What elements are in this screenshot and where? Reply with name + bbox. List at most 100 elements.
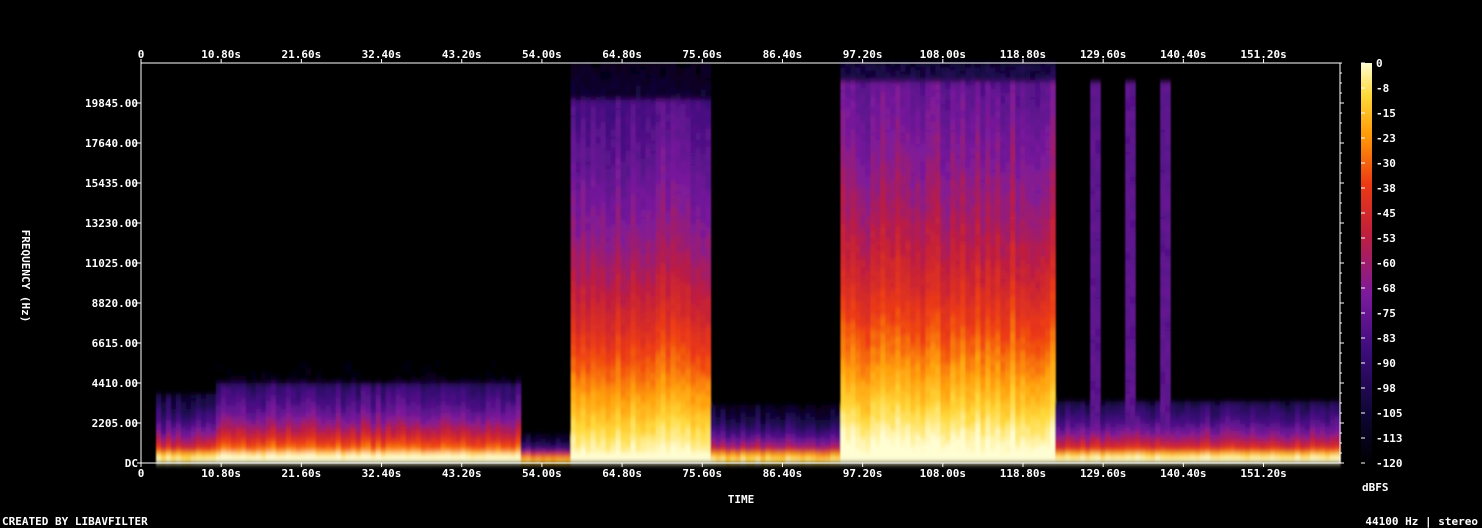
spectrogram-bin <box>660 408 667 413</box>
spectrogram-bin <box>685 135 692 140</box>
spectrogram-bin <box>300 415 307 420</box>
spectrogram-bin <box>480 408 487 413</box>
spectrogram-bin <box>675 172 682 177</box>
spectrogram-bin <box>670 244 677 250</box>
spectrogram-bin <box>245 430 252 435</box>
spectrogram-bin <box>680 455 687 460</box>
spectrogram-bin <box>635 113 642 119</box>
spectrogram-bin <box>595 430 602 435</box>
spectrogram-bin <box>335 441 342 446</box>
spectrogram-bin <box>195 433 202 439</box>
spectrogram-bin <box>440 404 447 410</box>
spectrogram-bin <box>405 361 412 366</box>
spectrogram-bin <box>420 383 427 388</box>
spectrogram-bin <box>655 350 662 355</box>
spectrogram-bin <box>695 361 702 366</box>
spectrogram-bin <box>700 215 707 220</box>
spectrogram-bin <box>570 128 577 133</box>
spectrogram-bin <box>625 197 632 202</box>
spectrogram-bin <box>455 383 462 388</box>
spectrogram-bin <box>390 423 397 428</box>
spectrogram-bin <box>575 335 582 340</box>
spectrogram-bin <box>270 448 277 453</box>
spectrogram-bin <box>635 277 642 282</box>
spectrogram-bin <box>640 226 647 231</box>
spectrogram-bin <box>495 397 502 402</box>
spectrogram-bin <box>440 444 447 450</box>
spectrogram-bin <box>675 263 682 268</box>
spectrogram-bin <box>700 150 707 155</box>
spectrogram-bin <box>625 335 632 340</box>
spectrogram-bin <box>290 372 297 377</box>
spectrogram-bin <box>625 244 632 250</box>
spectrogram-bin <box>575 281 582 286</box>
spectrogram-bin <box>650 121 657 126</box>
spectrogram-bin <box>330 452 337 457</box>
spectrogram-bin <box>680 423 687 428</box>
spectrogram-bin <box>675 212 682 217</box>
spectrogram-bin <box>395 448 402 453</box>
spectrogram-bin <box>630 84 637 90</box>
spectrogram-bin <box>680 248 687 253</box>
spectrogram-bin <box>260 455 267 460</box>
spectrogram-bin <box>690 73 697 79</box>
spectrogram-bin <box>695 273 702 279</box>
spectrogram-bin <box>290 390 297 395</box>
spectrogram-bin <box>665 113 672 119</box>
spectrogram-bin <box>600 284 607 290</box>
spectrogram-bin <box>330 455 337 460</box>
spectrogram-bin <box>660 383 667 388</box>
spectrogram-bin <box>660 77 667 82</box>
spectrogram-bin <box>580 164 587 170</box>
spectrogram-bin <box>290 415 297 420</box>
spectrogram-bin <box>655 437 662 442</box>
spectrogram-bin <box>600 419 607 424</box>
spectrogram-bin <box>705 317 712 322</box>
spectrogram-bin <box>155 412 162 417</box>
spectrogram-bin <box>660 150 667 155</box>
spectrogram-bin <box>370 412 377 417</box>
spectrogram-bin <box>580 404 587 410</box>
spectrogram-bin <box>660 273 667 279</box>
spectrogram-bin <box>570 273 577 279</box>
spectrogram-bin <box>610 73 617 79</box>
spectrogram-bin <box>690 190 697 195</box>
spectrogram-bin <box>570 139 577 144</box>
spectrogram-bin <box>340 412 347 417</box>
spectrogram-bin <box>160 393 167 399</box>
spectrogram-bin <box>305 430 312 435</box>
spectrogram-bin <box>645 77 652 82</box>
spectrogram-bin <box>620 132 627 137</box>
spectrogram-bin <box>685 313 692 319</box>
spectrogram-bin <box>620 368 627 373</box>
spectrogram-bin <box>670 110 677 115</box>
spectrogram-bin <box>620 263 627 268</box>
spectrogram-bin <box>665 219 672 224</box>
spectrogram-bin <box>455 441 462 446</box>
spectrogram-bin <box>605 124 612 130</box>
spectrogram-bin <box>585 332 592 337</box>
spectrogram-bin <box>610 335 617 340</box>
spectrogram-bin <box>645 353 652 359</box>
spectrogram-bin <box>690 106 697 111</box>
spectrogram-bin <box>685 132 692 137</box>
spectrogram-bin <box>280 393 287 399</box>
spectrogram-bin <box>690 364 697 370</box>
spectrogram-bin <box>645 310 652 315</box>
spectrogram-bin <box>675 73 682 79</box>
spectrogram-bin <box>700 244 707 250</box>
spectrogram-bin <box>355 441 362 446</box>
spectrogram-bin <box>330 426 337 431</box>
spectrogram-bin <box>615 404 622 410</box>
spectrogram-bin <box>585 303 592 308</box>
spectrogram-bin <box>570 419 577 424</box>
spectrogram-bin <box>625 339 632 344</box>
spectrogram-bin <box>615 390 622 395</box>
spectrogram-bin <box>165 441 172 446</box>
spectrogram-bin <box>460 412 467 417</box>
spectrogram-bin <box>600 353 607 359</box>
spectrogram-bin <box>350 412 357 417</box>
spectrogram-bin <box>450 401 457 406</box>
spectrogram-bin <box>330 437 337 442</box>
spectrogram-bin <box>605 179 612 184</box>
